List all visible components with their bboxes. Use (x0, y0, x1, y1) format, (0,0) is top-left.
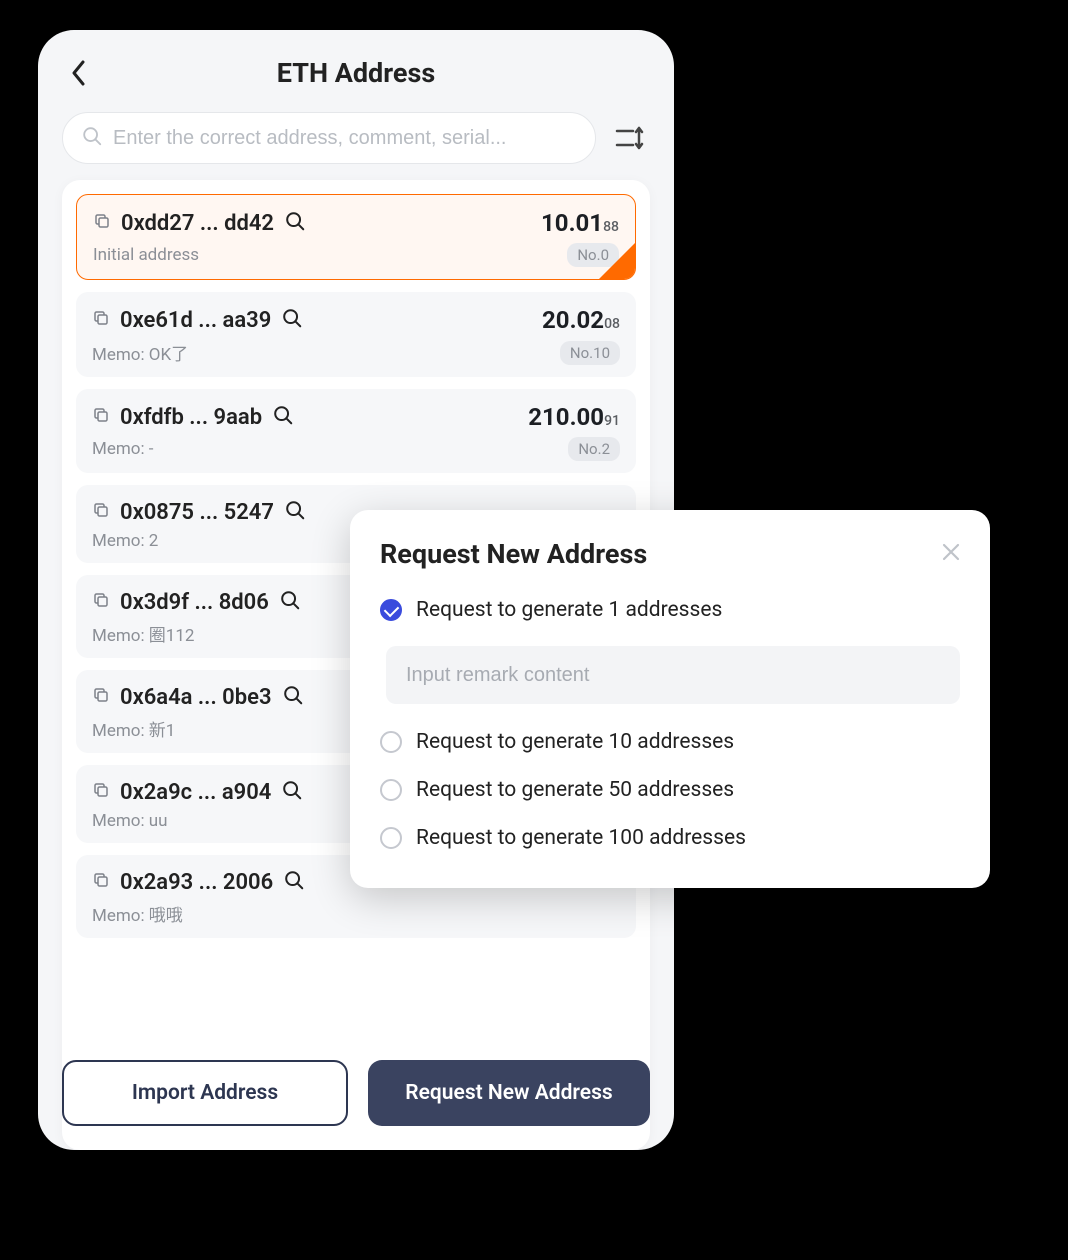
magnify-icon[interactable] (279, 589, 301, 615)
memo-text: Memo: uu (92, 811, 168, 831)
memo-text: Memo: 2 (92, 531, 158, 551)
option-label: Request to generate 100 addresses (416, 826, 746, 850)
radio-checked-icon (380, 599, 402, 621)
address-item[interactable]: 0xfdfb ... 9aab 210.0091 Memo: - No.2 (76, 389, 636, 473)
page-title: ETH Address (96, 57, 616, 89)
memo-text: Memo: 圈112 (92, 621, 194, 646)
serial-badge: No.0 (567, 243, 619, 267)
sort-icon (615, 125, 645, 151)
address-text: 0x2a9c ... a904 (120, 780, 271, 805)
chevron-left-icon (71, 60, 87, 86)
memo-text: Memo: 哦哦 (92, 901, 183, 926)
address-text: 0x2a93 ... 2006 (120, 870, 273, 895)
memo-text: Memo: - (92, 439, 154, 459)
balance: 210.0091 (528, 403, 620, 431)
import-address-button[interactable]: Import Address (62, 1060, 348, 1126)
radio-unchecked-icon (380, 731, 402, 753)
option-generate-50[interactable]: Request to generate 50 addresses (380, 778, 960, 802)
modal-title: Request New Address (380, 538, 647, 570)
magnify-icon[interactable] (284, 210, 306, 236)
option-generate-1[interactable]: Request to generate 1 addresses (380, 598, 960, 622)
balance: 10.0188 (541, 209, 619, 237)
memo-text: Memo: 新1 (92, 716, 175, 741)
option-generate-100[interactable]: Request to generate 100 addresses (380, 826, 960, 850)
footer-buttons: Import Address Request New Address (62, 1060, 650, 1126)
address-item[interactable]: 0xdd27 ... dd42 10.0188 Initial address … (76, 194, 636, 280)
copy-icon[interactable] (92, 501, 110, 523)
address-text: 0x3d9f ... 8d06 (120, 590, 269, 615)
magnify-icon[interactable] (283, 869, 305, 895)
magnify-icon[interactable] (281, 307, 303, 333)
balance: 20.0208 (542, 306, 620, 334)
magnify-icon[interactable] (284, 499, 306, 525)
copy-icon[interactable] (92, 781, 110, 803)
address-text: 0xe61d ... aa39 (120, 308, 271, 333)
search-input[interactable] (113, 127, 577, 150)
search-icon (81, 125, 103, 151)
close-icon (942, 543, 960, 561)
copy-icon[interactable] (93, 212, 111, 234)
address-text: 0xfdfb ... 9aab (120, 405, 262, 430)
request-address-modal: Request New Address Request to generate … (350, 510, 990, 888)
radio-unchecked-icon (380, 779, 402, 801)
option-generate-10[interactable]: Request to generate 10 addresses (380, 730, 960, 754)
magnify-icon[interactable] (282, 684, 304, 710)
close-button[interactable] (942, 542, 960, 567)
magnify-icon[interactable] (281, 779, 303, 805)
option-label: Request to generate 50 addresses (416, 778, 734, 802)
search-box[interactable] (62, 112, 596, 164)
option-label: Request to generate 10 addresses (416, 730, 734, 754)
magnify-icon[interactable] (272, 404, 294, 430)
copy-icon[interactable] (92, 591, 110, 613)
address-text: 0x0875 ... 5247 (120, 500, 274, 525)
serial-badge: No.2 (568, 437, 620, 461)
copy-icon[interactable] (92, 871, 110, 893)
request-new-address-button[interactable]: Request New Address (368, 1060, 650, 1126)
option-label: Request to generate 1 addresses (416, 598, 722, 622)
address-text: 0xdd27 ... dd42 (121, 211, 274, 236)
remark-input[interactable] (386, 646, 960, 704)
memo-text: Initial address (93, 245, 199, 265)
back-button[interactable] (62, 56, 96, 90)
copy-icon[interactable] (92, 406, 110, 428)
sort-button[interactable] (610, 118, 650, 158)
radio-unchecked-icon (380, 827, 402, 849)
screen-header: ETH Address (38, 30, 674, 112)
copy-icon[interactable] (92, 686, 110, 708)
memo-text: Memo: OK了 (92, 340, 188, 365)
address-item[interactable]: 0xe61d ... aa39 20.0208 Memo: OK了 No.10 (76, 292, 636, 377)
address-text: 0x6a4a ... 0be3 (120, 685, 272, 710)
serial-badge: No.10 (560, 341, 620, 365)
search-row (38, 112, 674, 180)
copy-icon[interactable] (92, 309, 110, 331)
